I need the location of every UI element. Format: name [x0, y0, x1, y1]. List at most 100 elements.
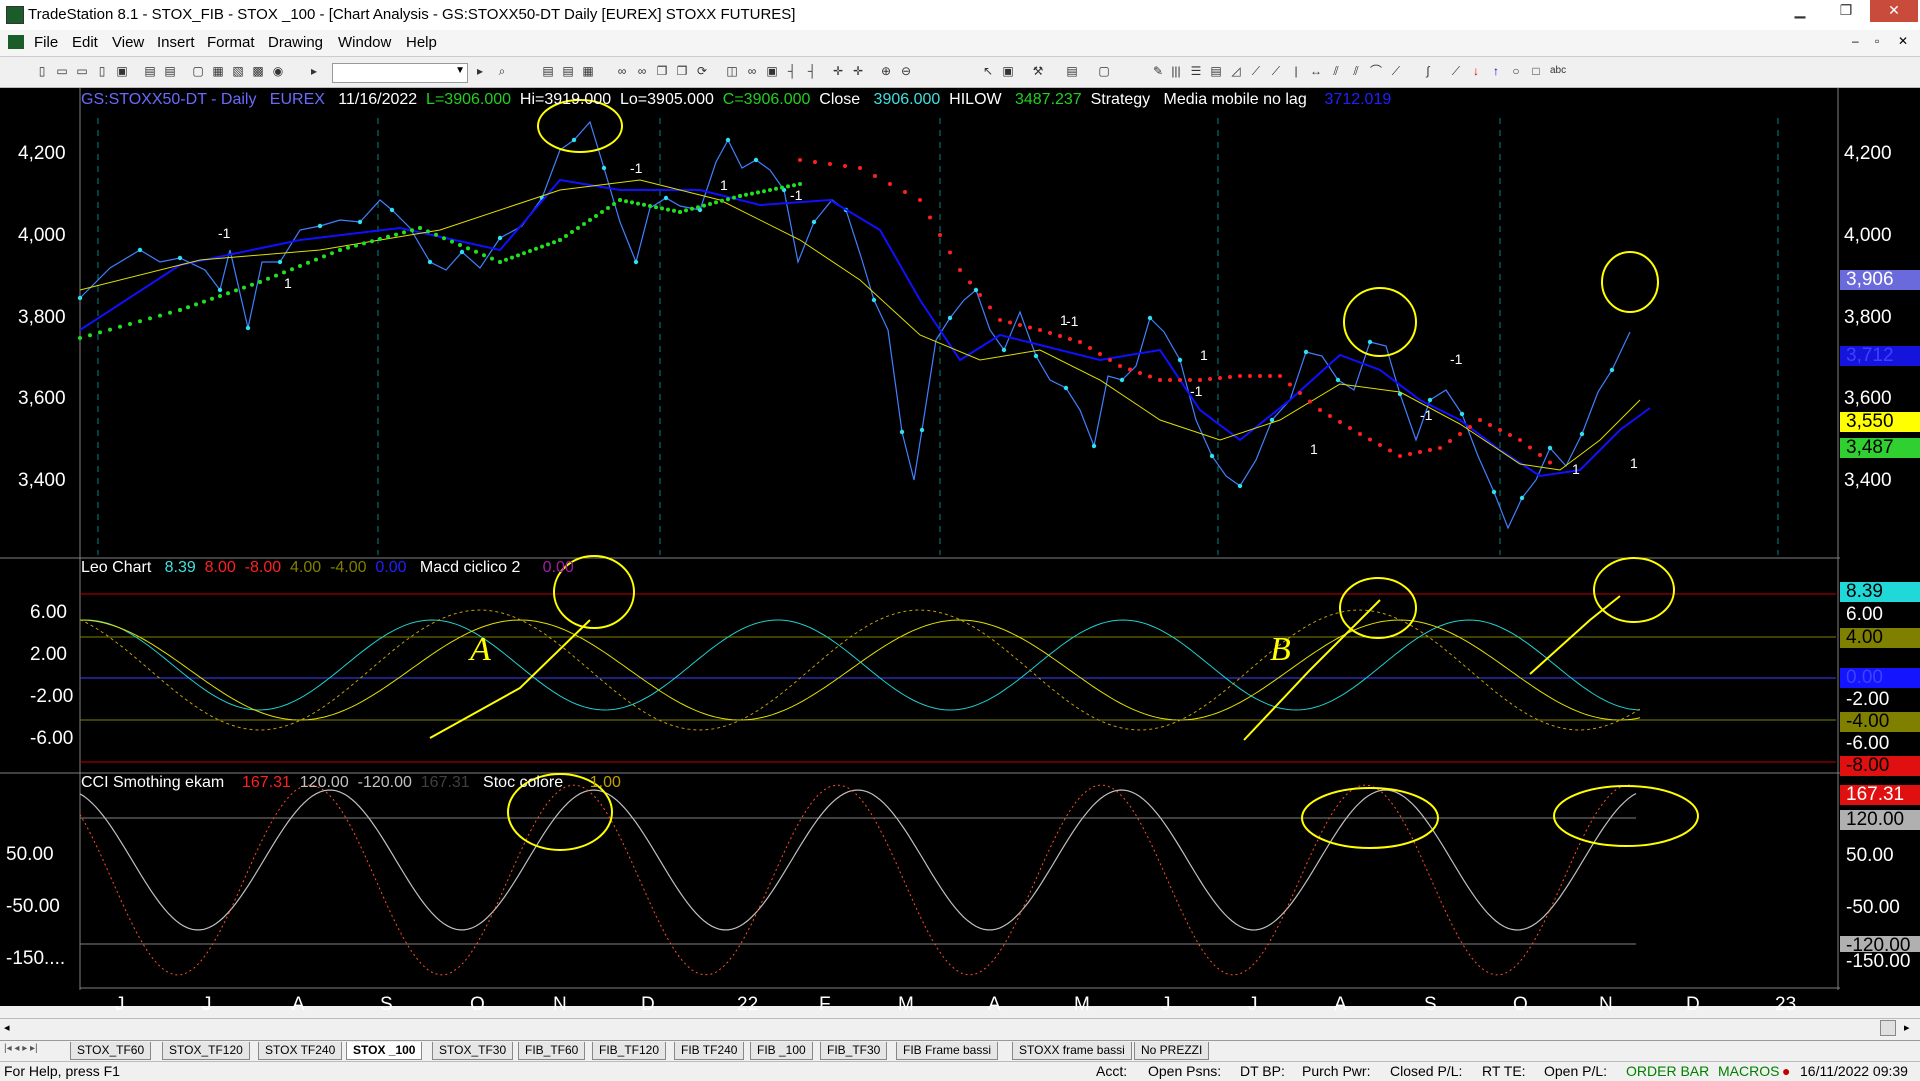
tab-no-prezzi[interactable]: No PREZZI — [1134, 1042, 1210, 1060]
speed-line-icon[interactable]: ⟋ — [1388, 63, 1404, 79]
chart-icon[interactable]: ▤ — [540, 63, 556, 79]
zoom-in-icon[interactable]: ⊕ — [878, 63, 894, 79]
find-icon[interactable]: ⌕ — [494, 63, 510, 79]
ellipse-icon[interactable]: ○ — [1508, 63, 1524, 79]
cube-icon[interactable]: ▢ — [1096, 63, 1112, 79]
insert-icon[interactable]: ▤ — [1064, 63, 1080, 79]
menu-file[interactable]: File — [34, 34, 58, 51]
chart-svg[interactable]: -11-11-11-11 -11-11-11A B — [0, 88, 1920, 1006]
matrix-icon[interactable]: ▦ — [580, 63, 596, 79]
refresh-icon[interactable]: ⟳ — [694, 63, 710, 79]
scroll-thumb[interactable] — [1880, 1020, 1896, 1036]
tab-fib-frame-bassi[interactable]: FIB Frame bassi — [896, 1042, 999, 1060]
new-icon[interactable]: ▯ — [34, 63, 50, 79]
freehand-icon[interactable]: ∫ — [1420, 63, 1436, 79]
tab-fib-tf30[interactable]: FIB_TF30 — [820, 1042, 888, 1060]
chart-area[interactable]: -1 1 -1 1 -1 1 -1 1 -1 1 -1 1 -1 1 A B GS:STOXX50-DT - … — [0, 88, 1920, 1015]
pencil-icon[interactable]: ✎ — [1150, 63, 1166, 79]
vertical-line-icon[interactable]: | — [1288, 63, 1304, 79]
print-preview-icon[interactable]: ▤ — [142, 63, 158, 79]
paste-icon[interactable]: ❐ — [674, 63, 690, 79]
curve-icon[interactable]: ⟋ — [1448, 63, 1464, 79]
link-chart-icon[interactable]: ∞ — [744, 63, 760, 79]
fib-fan-icon[interactable]: ◿ — [1228, 63, 1244, 79]
menu-format[interactable]: Format — [207, 34, 255, 51]
arrow-down-icon[interactable]: ↓ — [1468, 63, 1484, 79]
menu-window[interactable]: Window — [338, 34, 391, 51]
menu-drawing[interactable]: Drawing — [268, 34, 323, 51]
link-icon[interactable]: ∞ — [614, 63, 630, 79]
grid-icon[interactable]: ▩ — [250, 63, 266, 79]
strategy-green-dot — [762, 189, 766, 194]
tools-icon[interactable]: ⚒ — [1030, 63, 1046, 79]
tab-stox-tf30[interactable]: STOX_TF30 — [432, 1042, 514, 1060]
open-icon[interactable]: ▭ — [54, 63, 70, 79]
open-workspace-icon[interactable]: ▭ — [74, 63, 90, 79]
fib-lines-icon[interactable]: ☰ — [1188, 63, 1204, 79]
price-dot — [77, 295, 83, 301]
status-order-bar[interactable]: ORDER BAR — [1626, 1063, 1709, 1079]
magnifier-icon[interactable]: ▣ — [1000, 63, 1016, 79]
channel-icon[interactable]: ⫽ — [1328, 63, 1344, 79]
symbol-combo[interactable]: ▼ — [332, 63, 468, 83]
mdi-close-button[interactable]: ✕ — [1898, 34, 1908, 48]
horizontal-line-icon[interactable]: ↔ — [1308, 63, 1324, 79]
tab-fib-tf60[interactable]: FIB_TF60 — [518, 1042, 586, 1060]
tab-fib-tf240[interactable]: FIB TF240 — [674, 1042, 745, 1060]
pitchfork-icon[interactable]: ⫽ — [1348, 63, 1364, 79]
tab-stox-tf120[interactable]: STOX_TF120 — [162, 1042, 250, 1060]
bars-icon[interactable]: ┤ — [804, 63, 820, 79]
format-icon[interactable]: ◫ — [724, 63, 740, 79]
tab-fib-tf120[interactable]: FIB_TF120 — [592, 1042, 667, 1060]
zoom-out-icon[interactable]: ⊖ — [898, 63, 914, 79]
price-dot — [1063, 385, 1069, 391]
print-icon[interactable]: ▤ — [162, 63, 178, 79]
menu-view[interactable]: View — [112, 34, 144, 51]
horizontal-scrollbar[interactable]: ◂ ▸ — [0, 1018, 1920, 1037]
status-macros[interactable]: MACROS — [1718, 1063, 1779, 1079]
mdi-minimize-button[interactable]: – — [1852, 34, 1859, 48]
crosshair-icon[interactable]: ✛ — [850, 63, 866, 79]
tab-stox-tf60[interactable]: STOX_TF60 — [70, 1042, 152, 1060]
tab-stox-100[interactable]: STOX _100 — [346, 1042, 423, 1060]
layout-icon[interactable]: ▦ — [210, 63, 226, 79]
strategy-green-dot — [290, 267, 294, 272]
menu-edit[interactable]: Edit — [72, 34, 98, 51]
price-dot — [1427, 397, 1433, 403]
radar-icon[interactable]: ▤ — [560, 63, 576, 79]
chevron-down-icon[interactable]: ▼ — [455, 65, 465, 76]
tab-fib-100[interactable]: FIB _100 — [750, 1042, 813, 1060]
arrow-up-icon[interactable]: ↑ — [1488, 63, 1504, 79]
apps-icon[interactable]: ◉ — [270, 63, 286, 79]
play-arrow-icon[interactable]: ▸ — [306, 63, 322, 79]
desktop-icon[interactable]: ▧ — [230, 63, 246, 79]
new-workspace-icon[interactable]: ▯ — [94, 63, 110, 79]
text-icon[interactable]: abc — [1550, 63, 1566, 79]
scroll-left-icon[interactable]: ◂ — [4, 1021, 10, 1034]
scroll-right-icon[interactable]: ▸ — [1904, 1021, 1910, 1034]
minimize-button[interactable]: ▁ — [1778, 0, 1822, 22]
fib-ext-icon[interactable]: ▤ — [1208, 63, 1224, 79]
menu-insert[interactable]: Insert — [157, 34, 195, 51]
tab-nav-icons[interactable]: |◂ ◂ ▸ ▸| — [4, 1043, 38, 1054]
arrow-right-icon[interactable]: ▸ — [472, 63, 488, 79]
close-button[interactable]: ✕ — [1870, 0, 1918, 22]
chart-type-icon[interactable]: ▣ — [764, 63, 780, 79]
cross-icon[interactable]: ✛ — [830, 63, 846, 79]
maximize-button[interactable]: ❐ — [1824, 0, 1868, 22]
menu-help[interactable]: Help — [406, 34, 437, 51]
arc-icon[interactable]: ⌒ — [1368, 63, 1384, 79]
copy-icon[interactable]: ❐ — [654, 63, 670, 79]
tab-stoxx-frame-bassi[interactable]: STOXX frame bassi — [1012, 1042, 1132, 1060]
hyperlink-icon[interactable]: ∞ — [634, 63, 650, 79]
window-icon[interactable]: ▢ — [190, 63, 206, 79]
pointer-icon[interactable]: ↖ — [980, 63, 996, 79]
tab-stox-tf240[interactable]: STOX TF240 — [258, 1042, 343, 1060]
bar-icon[interactable]: ┤ — [784, 63, 800, 79]
save-icon[interactable]: ▣ — [114, 63, 130, 79]
ray-icon[interactable]: ⟋ — [1268, 63, 1284, 79]
rectangle-icon[interactable]: □ — [1528, 63, 1544, 79]
trendline-icon[interactable]: ⟋ — [1248, 63, 1264, 79]
fib-retracement-icon[interactable]: ||| — [1168, 63, 1184, 79]
mdi-restore-button[interactable]: ▫ — [1875, 34, 1879, 48]
